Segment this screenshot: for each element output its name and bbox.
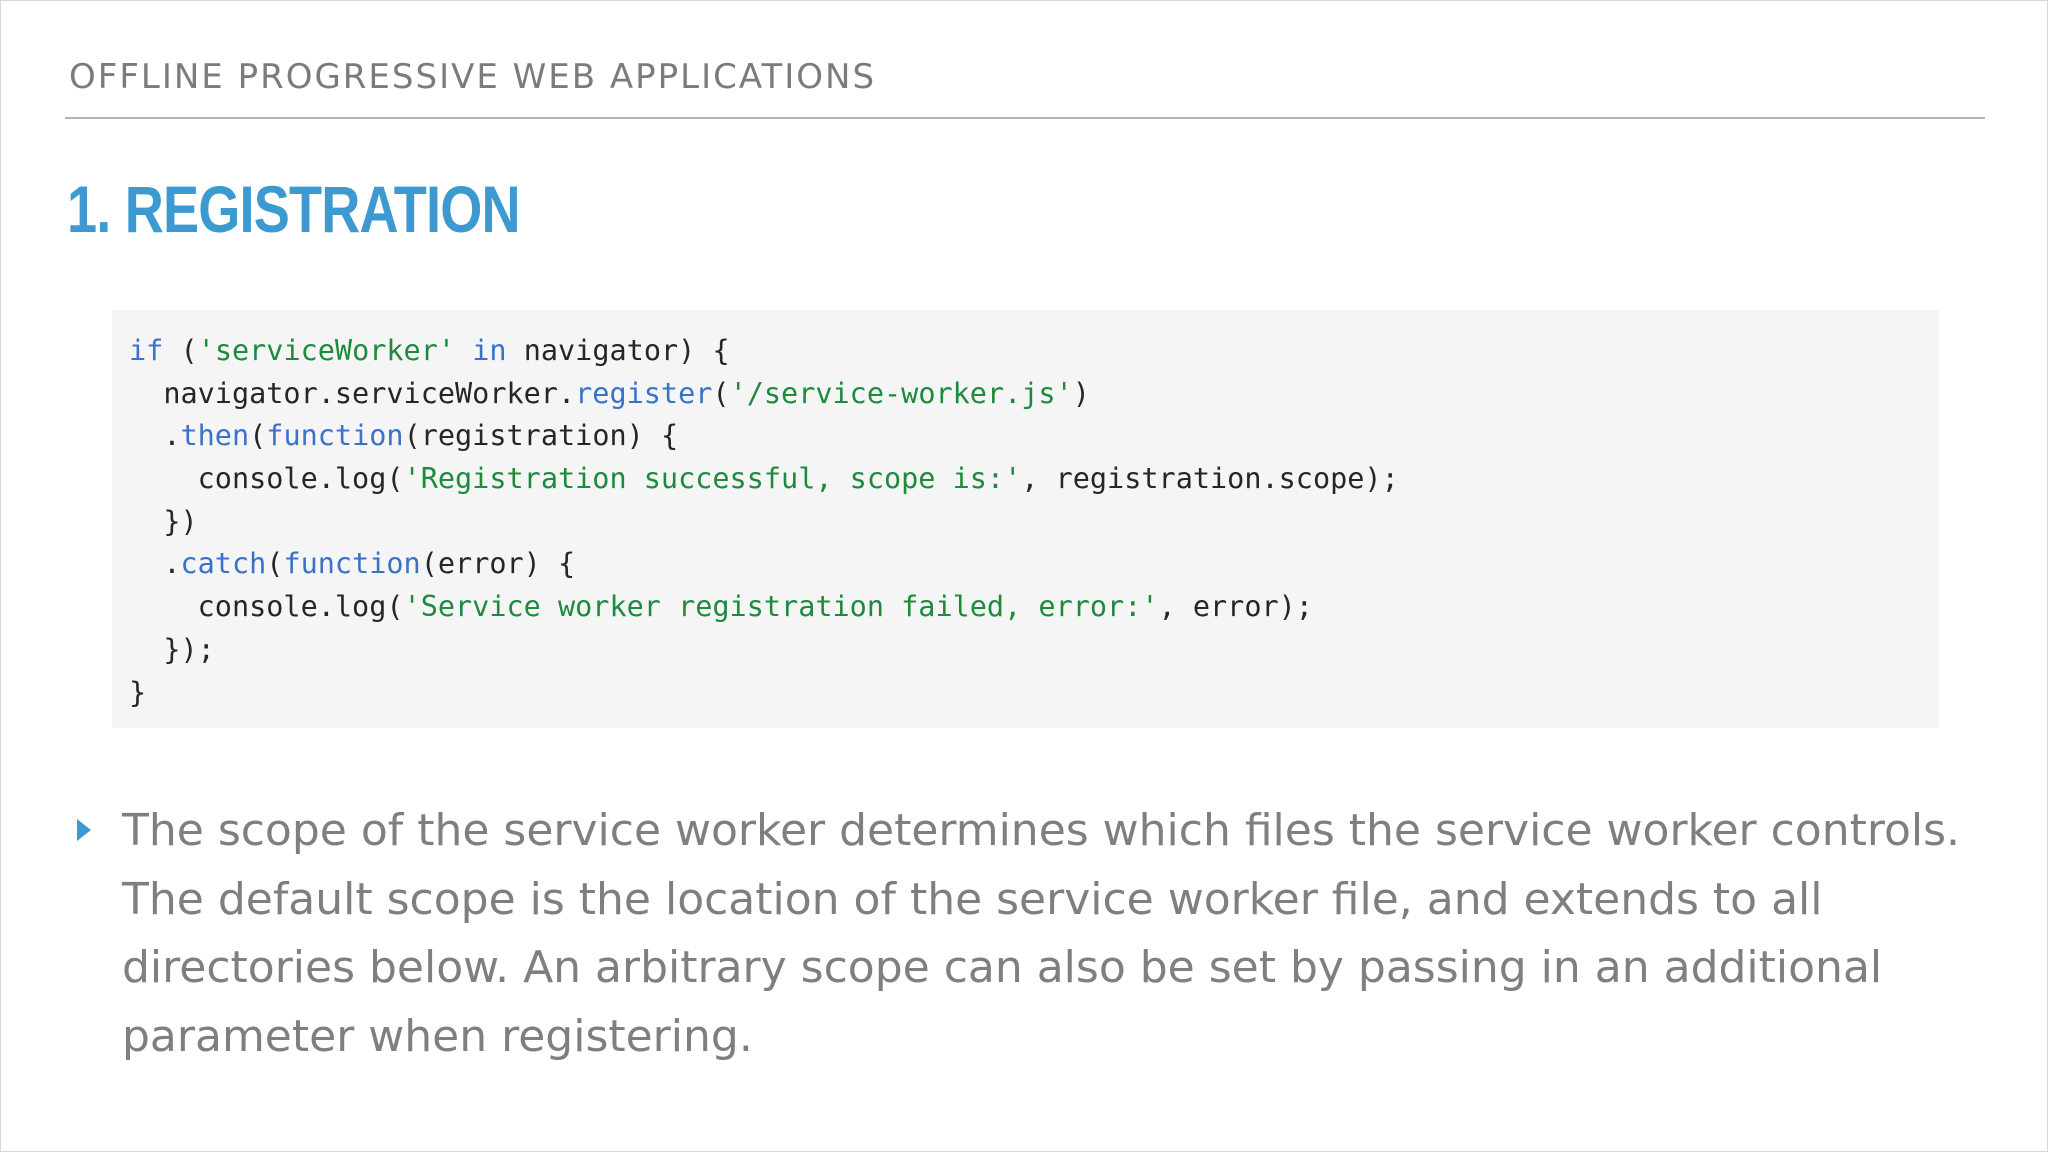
code-line: .then(function(registration) { <box>129 415 1939 458</box>
code-text: . <box>129 419 181 453</box>
code-text: (registration) { <box>403 419 679 453</box>
header-divider <box>65 117 1985 119</box>
code-text: ( <box>163 334 198 367</box>
code-text: ( <box>712 376 730 410</box>
bullet-text: The scope of the service worker determin… <box>122 805 1961 1062</box>
code-text: console.log( <box>129 462 404 496</box>
code-string: '/service-worker.js' <box>729 376 1073 410</box>
slide: OFFLINE PROGRESSIVE WEB APPLICATIONS 1. … <box>0 0 2048 1152</box>
code-keyword: in <box>472 334 507 367</box>
code-text: } <box>129 675 147 709</box>
code-string: 'Registration successful, scope is:' <box>403 462 1022 496</box>
code-string: 'Service worker registration failed, err… <box>403 590 1159 624</box>
code-line: console.log('Registration successful, sc… <box>129 458 1939 501</box>
code-text: }); <box>129 632 215 666</box>
code-line: if ('serviceWorker' in navigator) { <box>129 330 1939 373</box>
code-keyword: register <box>575 376 713 410</box>
code-keyword: function <box>283 547 421 581</box>
code-line: console.log('Service worker registration… <box>129 586 1939 629</box>
code-block: if ('serviceWorker' in navigator) { navi… <box>112 310 1939 728</box>
code-keyword: catch <box>180 547 267 581</box>
code-text: console.log( <box>129 590 404 624</box>
code-keyword: then <box>180 419 250 453</box>
code-text: , error); <box>1158 590 1313 624</box>
slide-title: 1. REGISTRATION <box>67 172 521 246</box>
code-keyword: if <box>129 334 164 367</box>
code-text: }) <box>129 504 198 538</box>
code-string: 'serviceWorker' <box>197 334 456 367</box>
code-line: navigator.serviceWorker.register('/servi… <box>129 373 1939 416</box>
code-line: } <box>129 672 1939 715</box>
code-text: navigator.serviceWorker. <box>129 376 576 410</box>
code-text: . <box>129 547 181 581</box>
code-line: .catch(function(error) { <box>129 543 1939 586</box>
code-line: }) <box>129 501 1939 544</box>
code-text: ) <box>1072 376 1090 410</box>
triangle-bullet-icon <box>77 819 91 841</box>
code-keyword: function <box>266 419 404 453</box>
slide-header: OFFLINE PROGRESSIVE WEB APPLICATIONS <box>69 57 877 97</box>
code-text: (error) { <box>420 547 576 581</box>
code-text: navigator) { <box>506 334 730 367</box>
code-line: }); <box>129 629 1939 672</box>
code-text: , registration.scope); <box>1021 462 1399 496</box>
code-text: ( <box>249 419 267 453</box>
code-text: ( <box>266 547 284 581</box>
